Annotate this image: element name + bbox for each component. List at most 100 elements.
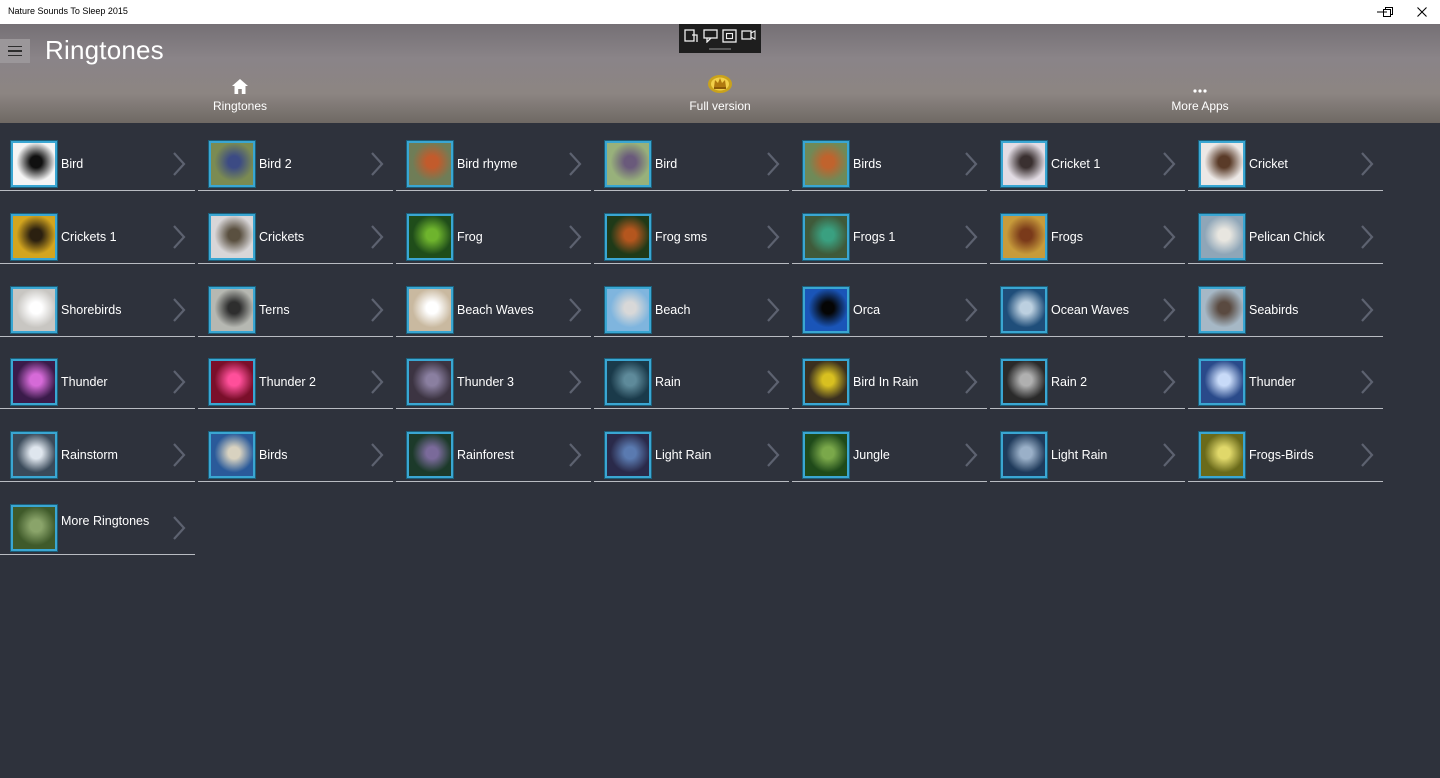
nav-full-version-label: Full version	[689, 99, 751, 113]
ringtone-tile[interactable]: Rain 2	[990, 349, 1185, 410]
ringtone-thumbnail	[1199, 286, 1245, 333]
ringtone-label: Rainforest	[457, 448, 514, 463]
ringtone-tile[interactable]: Frog	[396, 204, 591, 264]
ringtone-label: Frog sms	[655, 229, 708, 244]
ringtone-label: Bird	[655, 157, 678, 171]
ringtone-label: Jungle	[853, 448, 890, 463]
ringtone-tile[interactable]: Frogs	[990, 204, 1185, 264]
ringtone-tile[interactable]: Crickets 1	[0, 204, 195, 264]
ringtone-thumbnail	[11, 213, 57, 260]
chevron-right-icon	[173, 443, 186, 467]
chevron-right-icon	[371, 443, 384, 467]
ringtone-tile[interactable]: Jungle	[792, 422, 987, 483]
ringtone-tile[interactable]: Thunder 3	[396, 349, 591, 410]
ringtone-thumbnail	[605, 141, 651, 187]
ringtone-tile[interactable]: Frogs 1	[792, 204, 987, 264]
ringtone-label: Beach	[655, 302, 691, 317]
ringtone-thumbnail	[803, 213, 849, 260]
more-icon	[1193, 72, 1207, 94]
ringtone-thumbnail	[11, 432, 57, 479]
ringtone-tile[interactable]: More Ringtones	[0, 495, 195, 555]
toolbar-grip[interactable]	[709, 48, 731, 50]
chevron-right-icon	[1163, 443, 1176, 467]
ringtone-thumbnail	[1199, 432, 1245, 479]
nav-ringtones-button[interactable]: Ringtones	[160, 72, 320, 116]
comment-icon[interactable]	[703, 29, 718, 43]
ringtone-tile[interactable]: Light Rain	[990, 422, 1185, 483]
ringtone-tile[interactable]: Orca	[792, 277, 987, 337]
ringtone-thumbnail	[1001, 432, 1047, 479]
ringtone-tile[interactable]: Birds	[792, 131, 987, 191]
record-icon[interactable]	[741, 29, 756, 43]
ringtone-thumbnail	[1199, 359, 1245, 406]
ringtone-label: Bird In Rain	[853, 375, 919, 390]
ringtone-thumbnail	[11, 505, 57, 551]
ringtone-thumbnail	[209, 432, 255, 479]
ringtone-tile[interactable]: Seabirds	[1188, 277, 1383, 337]
ringtone-thumbnail	[803, 359, 849, 406]
chevron-right-icon	[371, 297, 384, 322]
chevron-right-icon	[1361, 370, 1374, 395]
ringtone-label: Bird 2	[259, 157, 292, 171]
ringtone-thumbnail	[209, 359, 255, 406]
ringtone-tile[interactable]: Thunder	[1188, 349, 1383, 410]
ringtone-tile[interactable]: Bird	[0, 131, 195, 191]
ringtone-tile[interactable]: Terns	[198, 277, 393, 337]
chevron-right-icon	[1163, 297, 1176, 322]
ringtone-thumbnail	[605, 359, 651, 406]
hamburger-icon[interactable]	[0, 39, 30, 63]
ringtone-tile[interactable]: Beach	[594, 277, 789, 337]
window-title-bar: Nature Sounds To Sleep 2015	[0, 0, 1440, 24]
nav-more-apps-button[interactable]: More Apps	[1120, 72, 1280, 116]
ringtone-tile[interactable]: Bird 2	[198, 131, 393, 191]
ringtone-label: Rain 2	[1051, 375, 1088, 390]
fullscreen-icon[interactable]	[722, 29, 737, 43]
ringtone-thumbnail	[1001, 286, 1047, 333]
ringtone-label: Bird rhyme	[457, 157, 518, 171]
ringtone-tile[interactable]: Light Rain	[594, 422, 789, 483]
chevron-right-icon	[569, 297, 582, 322]
ringtone-thumbnail	[209, 213, 255, 260]
ringtone-thumbnail	[803, 286, 849, 333]
ringtone-tile[interactable]: Bird In Rain	[792, 349, 987, 410]
ringtone-thumbnail	[803, 432, 849, 479]
page-title: Ringtones	[45, 35, 164, 65]
ringtone-label: Frogs-Birds	[1249, 448, 1314, 463]
chevron-right-icon	[173, 297, 186, 322]
ringtone-label: Cricket 1	[1051, 157, 1101, 171]
chevron-right-icon	[1361, 297, 1374, 322]
ringtone-tile[interactable]: Pelican Chick	[1188, 204, 1383, 264]
ringtone-tile[interactable]: Cricket	[1188, 131, 1383, 191]
ringtone-tile[interactable]: Thunder 2	[198, 349, 393, 410]
screenshot-icon[interactable]	[684, 29, 699, 43]
ringtone-tile[interactable]: Shorebirds	[0, 277, 195, 337]
ringtone-tile[interactable]: Ocean Waves	[990, 277, 1185, 337]
ringtone-tile[interactable]: Cricket 1	[990, 131, 1185, 191]
floating-toolbar	[679, 24, 761, 53]
ringtone-tile[interactable]: Rainforest	[396, 422, 591, 483]
ringtone-label: Thunder	[1249, 375, 1296, 390]
ringtone-thumbnail	[1001, 213, 1047, 260]
ringtone-tile[interactable]: Bird	[594, 131, 789, 191]
ringtone-tile[interactable]: Frogs-Birds	[1188, 422, 1383, 483]
ringtone-thumbnail	[1199, 213, 1245, 260]
chevron-right-icon	[371, 370, 384, 395]
chevron-right-icon	[965, 443, 978, 467]
chevron-right-icon	[569, 152, 582, 176]
ringtone-tile[interactable]: Birds	[198, 422, 393, 483]
ringtone-tile[interactable]: Bird rhyme	[396, 131, 591, 191]
ringtone-thumbnail	[605, 286, 651, 333]
close-icon[interactable]	[1405, 0, 1439, 24]
ringtone-label: Frog	[457, 229, 483, 244]
ringtone-tile[interactable]: Rain	[594, 349, 789, 410]
ringtone-tile[interactable]: Crickets	[198, 204, 393, 264]
nav-full-version-button[interactable]: Full version	[640, 72, 800, 116]
ringtone-tile[interactable]: Rainstorm	[0, 422, 195, 483]
ringtone-label: Thunder 3	[457, 375, 514, 390]
ringtone-label: Birds	[259, 448, 288, 463]
ringtone-tile[interactable]: Thunder	[0, 349, 195, 410]
chevron-right-icon	[965, 152, 978, 176]
restore-icon[interactable]	[1371, 0, 1405, 24]
ringtone-tile[interactable]: Beach Waves	[396, 277, 591, 337]
ringtone-tile[interactable]: Frog sms	[594, 204, 789, 264]
